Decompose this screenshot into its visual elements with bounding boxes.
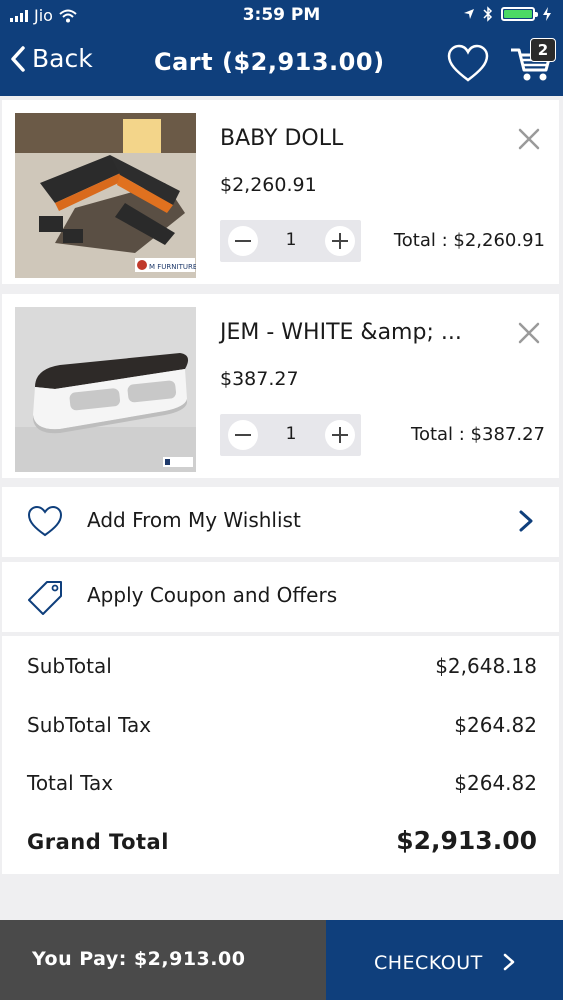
back-button[interactable]: Back	[10, 44, 93, 73]
grand-total-row: Grand Total $2,913.00	[27, 826, 537, 860]
cart-item: M FURNITURE BABY DOLL $2,260.91 1 Total …	[2, 100, 559, 284]
product-image[interactable]: M FURNITURE	[15, 113, 196, 278]
you-pay-amount: You Pay: $2,913.00	[32, 948, 246, 970]
item-total: Total : $2,260.91	[393, 230, 545, 251]
total-tax-value: $264.82	[454, 771, 537, 795]
checkout-bar: You Pay: $2,913.00 CHECKOUT	[0, 920, 563, 1000]
location-icon	[464, 9, 474, 19]
total-tax-row: Total Tax $264.82	[27, 771, 537, 801]
chevron-left-icon	[11, 45, 25, 72]
bluetooth-icon	[483, 6, 493, 22]
apply-coupon-row[interactable]: Apply Coupon and Offers	[2, 562, 559, 632]
product-price: $387.27	[220, 368, 299, 390]
subtotal-tax-value: $264.82	[454, 713, 537, 737]
close-icon	[518, 128, 540, 150]
wishlist-label: Add From My Wishlist	[87, 508, 301, 532]
price-summary: SubTotal $2,648.18 SubTotal Tax $264.82 …	[2, 636, 559, 874]
coupon-label: Apply Coupon and Offers	[87, 583, 338, 607]
checkout-button[interactable]: CHECKOUT	[326, 920, 563, 1000]
remove-item-button[interactable]	[514, 124, 544, 154]
product-image[interactable]	[15, 307, 196, 472]
decrease-quantity-button[interactable]	[228, 420, 258, 450]
close-icon	[518, 322, 540, 344]
battery-icon	[501, 7, 538, 21]
subtotal-label: SubTotal	[27, 654, 112, 678]
product-price: $2,260.91	[220, 174, 317, 196]
remove-item-button[interactable]	[514, 318, 544, 348]
product-name[interactable]: JEM - WHITE &amp; ...	[220, 320, 462, 345]
grand-total-value: $2,913.00	[396, 826, 537, 855]
heart-icon	[27, 505, 63, 537]
app-header: Jio 3:59 PM Back Cart ($2,913.00) 2	[0, 0, 563, 96]
subtotal-tax-row: SubTotal Tax $264.82	[27, 713, 537, 743]
increase-quantity-button[interactable]	[325, 226, 355, 256]
chevron-right-icon	[503, 953, 515, 971]
total-tax-label: Total Tax	[27, 771, 114, 795]
quantity-value: 1	[285, 230, 297, 250]
status-right	[463, 6, 551, 22]
subtotal-value: $2,648.18	[435, 654, 537, 678]
tag-icon	[28, 581, 62, 615]
thumb-brand-text: M FURNITURE	[149, 263, 196, 271]
heart-icon	[447, 44, 489, 82]
page-title: Cart ($2,913.00)	[154, 48, 385, 76]
cart-count-badge: 2	[530, 38, 556, 62]
quantity-stepper: 1	[220, 220, 361, 262]
subtotal-row: SubTotal $2,648.18	[27, 654, 537, 684]
quantity-stepper: 1	[220, 414, 361, 456]
decrease-quantity-button[interactable]	[228, 226, 258, 256]
status-bar: Jio 3:59 PM	[0, 0, 563, 32]
charging-icon	[543, 7, 551, 21]
cart-item: JEM - WHITE &amp; ... $387.27 1 Total : …	[2, 294, 559, 478]
back-label: Back	[32, 44, 93, 73]
grand-total-label: Grand Total	[27, 830, 169, 854]
increase-quantity-button[interactable]	[325, 420, 355, 450]
product-name[interactable]: BABY DOLL	[220, 126, 343, 151]
you-pay-panel: You Pay: $2,913.00	[0, 920, 326, 1000]
wishlist-button[interactable]	[446, 44, 490, 84]
subtotal-tax-label: SubTotal Tax	[27, 713, 152, 737]
item-total: Total : $387.27	[411, 424, 545, 445]
nav-bar: Back Cart ($2,913.00)	[0, 32, 563, 96]
chevron-right-icon	[519, 510, 533, 532]
add-from-wishlist-row[interactable]: Add From My Wishlist	[2, 487, 559, 557]
checkout-label: CHECKOUT	[374, 952, 483, 974]
quantity-value: 1	[285, 424, 297, 444]
